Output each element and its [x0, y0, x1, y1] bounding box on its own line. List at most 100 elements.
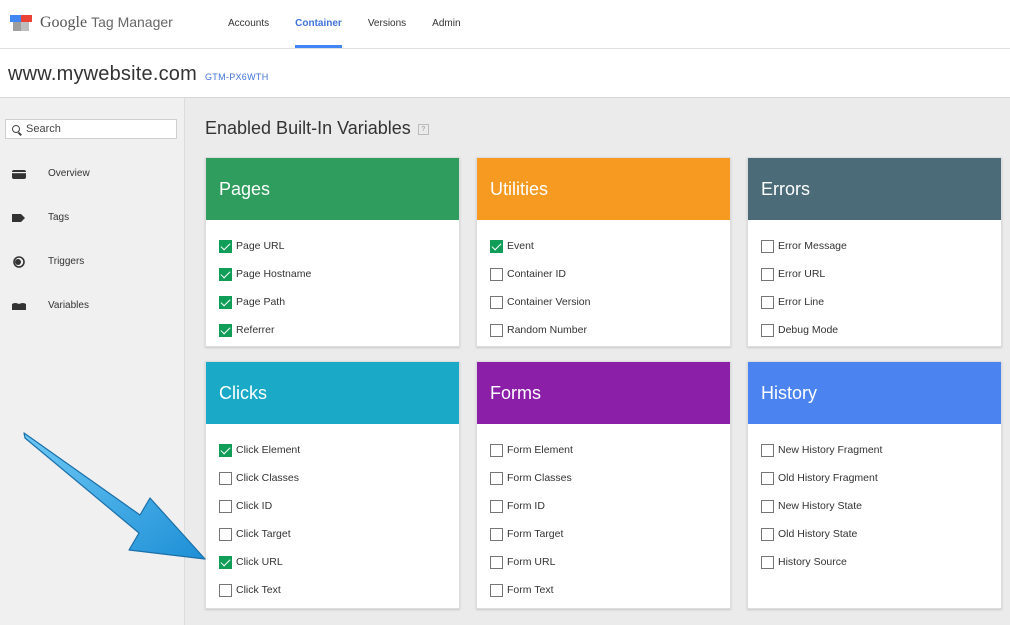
site-name[interactable]: www.mywebsite.com — [8, 63, 197, 85]
variable-label: Event — [507, 240, 534, 252]
checkbox[interactable] — [219, 471, 232, 485]
top-app-bar: Google Tag Manager Accounts Container Ver… — [0, 0, 1010, 49]
checkbox[interactable] — [761, 555, 774, 569]
variable-card-history: History New History Fragment Old History F… — [747, 361, 1002, 609]
checkbox-checked[interactable] — [219, 555, 232, 569]
card-title: Utilities — [477, 158, 730, 220]
variable-option[interactable]: Old History State — [748, 520, 1001, 548]
checkbox-checked[interactable] — [219, 267, 232, 281]
variable-option[interactable]: Click URL — [206, 548, 459, 576]
variable-option[interactable]: Click Classes — [206, 464, 459, 492]
search-placeholder: Search — [26, 123, 61, 135]
sidebar-item-label: Overview — [48, 168, 90, 179]
variable-option[interactable]: Error URL — [748, 260, 1001, 288]
variable-option[interactable]: New History State — [748, 492, 1001, 520]
variable-label: Form ID — [507, 500, 545, 512]
checkbox-checked[interactable] — [219, 239, 232, 253]
variable-option[interactable]: Error Line — [748, 288, 1001, 316]
variable-option[interactable]: New History Fragment — [748, 436, 1001, 464]
checkbox[interactable] — [490, 583, 503, 597]
container-header: www.mywebsite.com GTM-PX6WTH — [0, 49, 1010, 98]
variable-option[interactable]: Form Element — [477, 436, 730, 464]
variable-option[interactable]: Click Text — [206, 576, 459, 604]
variable-option[interactable]: Page Hostname — [206, 260, 459, 288]
search-input[interactable]: Search — [5, 119, 177, 139]
variable-option[interactable]: Form ID — [477, 492, 730, 520]
checkbox-checked[interactable] — [219, 295, 232, 309]
variable-label: Form Target — [507, 528, 564, 540]
variable-label: Debug Mode — [778, 324, 839, 336]
checkbox[interactable] — [490, 527, 503, 541]
checkbox-checked[interactable] — [490, 239, 503, 253]
variable-option[interactable]: Form Text — [477, 576, 730, 604]
nav-container[interactable]: Container — [282, 0, 355, 48]
variable-option[interactable]: Old History Fragment — [748, 464, 1001, 492]
nav-admin[interactable]: Admin — [419, 0, 473, 48]
help-icon[interactable]: ? — [417, 123, 429, 135]
sidebar-item-variables[interactable]: Variables — [12, 300, 89, 311]
checkbox[interactable] — [761, 239, 774, 253]
variable-option[interactable]: Container Version — [477, 288, 730, 316]
search-icon — [12, 125, 20, 133]
variable-label: Referrer — [236, 324, 275, 336]
nav-versions[interactable]: Versions — [355, 0, 419, 48]
card-title: Pages — [206, 158, 459, 220]
checkbox[interactable] — [219, 499, 232, 513]
checkbox[interactable] — [490, 555, 503, 569]
variable-option[interactable]: Click ID — [206, 492, 459, 520]
variable-option[interactable]: Container ID — [477, 260, 730, 288]
variable-label: Page Hostname — [236, 268, 312, 280]
variable-label: Old History Fragment — [778, 472, 878, 484]
variable-option[interactable]: Error Message — [748, 232, 1001, 260]
variable-label: History Source — [778, 556, 847, 568]
card-body: Error Message Error URL Error Line Debug Mo… — [748, 220, 1001, 344]
card-title: Forms — [477, 362, 730, 424]
site-header: www.mywebsite.com GTM-PX6WTH — [8, 63, 269, 86]
checkbox[interactable] — [761, 323, 774, 337]
checkbox[interactable] — [761, 295, 774, 309]
variable-option[interactable]: Click Element — [206, 436, 459, 464]
variable-label: Page Path — [236, 296, 286, 308]
checkbox[interactable] — [761, 267, 774, 281]
container-id[interactable]: GTM-PX6WTH — [205, 72, 269, 82]
variable-option[interactable]: Click Target — [206, 520, 459, 548]
variable-label: Form Classes — [507, 472, 572, 484]
variable-option[interactable]: Referrer — [206, 316, 459, 344]
variable-option[interactable]: Form Classes — [477, 464, 730, 492]
variable-option[interactable]: Random Number — [477, 316, 730, 344]
variable-label: Click Classes — [236, 472, 300, 484]
variable-label: Click ID — [236, 500, 273, 512]
variable-option[interactable]: Form URL — [477, 548, 730, 576]
variable-label: Click Target — [236, 528, 291, 540]
checkbox[interactable] — [761, 527, 774, 541]
checkbox[interactable] — [490, 443, 503, 457]
gtm-logo[interactable]: Google Tag Manager — [10, 14, 173, 32]
sidebar-item-overview[interactable]: Overview — [12, 168, 90, 179]
checkbox[interactable] — [219, 527, 232, 541]
checkbox[interactable] — [490, 471, 503, 485]
card-body: New History Fragment Old History Fragment… — [748, 424, 1001, 576]
checkbox[interactable] — [761, 499, 774, 513]
nav-accounts[interactable]: Accounts — [228, 0, 282, 48]
overview-icon — [12, 169, 26, 179]
variable-label: Old History State — [778, 528, 858, 540]
checkbox-checked[interactable] — [219, 443, 232, 457]
variable-option[interactable]: History Source — [748, 548, 1001, 576]
checkbox[interactable] — [490, 267, 503, 281]
sidebar-item-label: Triggers — [48, 256, 85, 267]
sidebar-item-tags[interactable]: Tags — [12, 212, 69, 223]
variable-option[interactable]: Page URL — [206, 232, 459, 260]
variable-option[interactable]: Page Path — [206, 288, 459, 316]
checkbox[interactable] — [490, 499, 503, 513]
checkbox[interactable] — [219, 583, 232, 597]
page-title: Enabled Built-In Variables? — [205, 118, 429, 139]
checkbox[interactable] — [490, 323, 503, 337]
variable-option[interactable]: Debug Mode — [748, 316, 1001, 344]
checkbox[interactable] — [761, 471, 774, 485]
checkbox-checked[interactable] — [219, 323, 232, 337]
variable-option[interactable]: Event — [477, 232, 730, 260]
checkbox[interactable] — [490, 295, 503, 309]
sidebar-item-triggers[interactable]: Triggers — [12, 255, 85, 268]
checkbox[interactable] — [761, 443, 774, 457]
variable-option[interactable]: Form Target — [477, 520, 730, 548]
